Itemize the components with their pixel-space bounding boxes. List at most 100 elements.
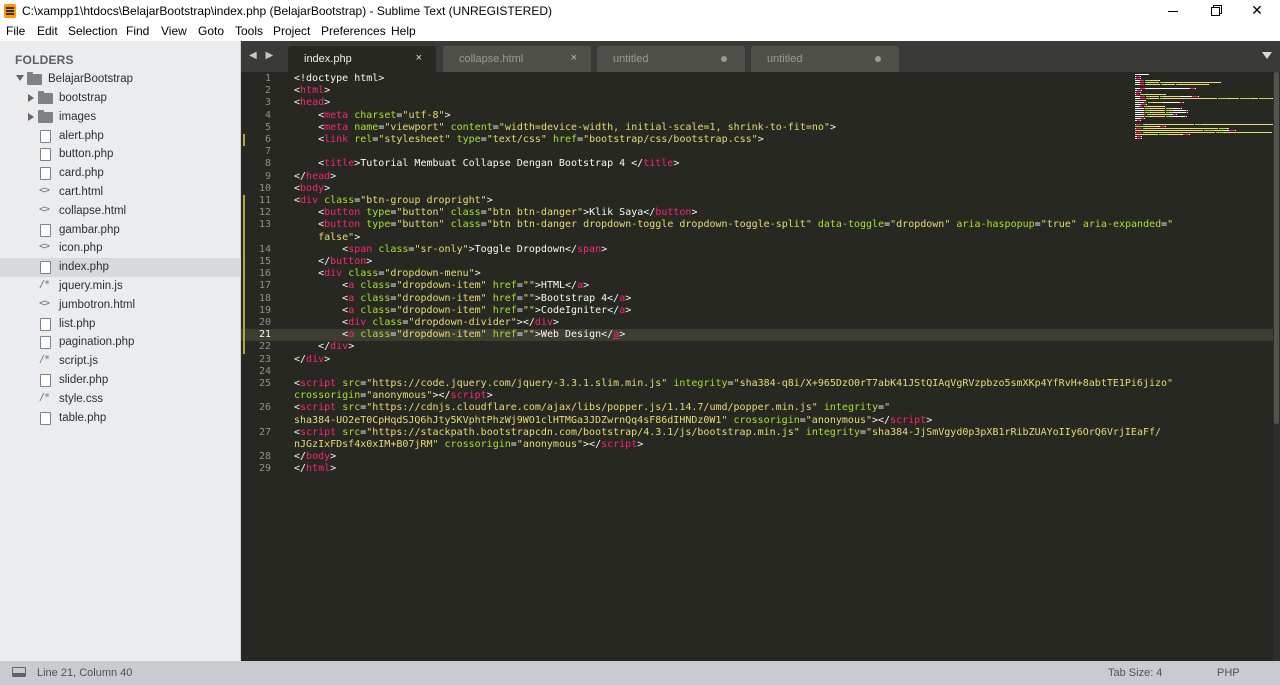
- code-line[interactable]: nJGzIxFDsf4x0xIM+B07jRM" crossorigin="an…: [294, 439, 643, 450]
- expand-arrow-icon[interactable]: [28, 94, 34, 102]
- minimap-stroke: [1228, 128, 1230, 129]
- tree-folder[interactable]: bootstrap: [0, 89, 241, 108]
- tree-file[interactable]: /* style.css: [0, 390, 241, 409]
- menu-project[interactable]: Project: [273, 24, 310, 38]
- code-line[interactable]: false">: [294, 232, 360, 243]
- code-line[interactable]: <a class="dropdown-item" href="">CodeIgn…: [294, 305, 631, 316]
- code-line[interactable]: <div class="btn-group dropright">: [294, 195, 493, 206]
- tag-token: head: [300, 97, 325, 109]
- line-number: 7: [264, 146, 271, 158]
- minimize-button[interactable]: [1150, 0, 1196, 22]
- tree-file[interactable]: <> collapse.html: [0, 202, 241, 221]
- string-token: "stylesheet": [378, 134, 451, 145]
- tree-file[interactable]: <> jumbotron.html: [0, 296, 241, 315]
- tab-index-php[interactable]: index.php ×: [288, 46, 436, 72]
- code-line[interactable]: <span class="sr-only">Toggle Dropdown</s…: [294, 244, 607, 255]
- code-line[interactable]: <script src="https://code.jquery.com/jqu…: [294, 378, 1173, 389]
- tree-file[interactable]: index.php: [0, 258, 241, 278]
- minimap-stroke: [1219, 82, 1221, 83]
- expand-arrow-icon[interactable]: [16, 75, 24, 81]
- code-line[interactable]: <a class="dropdown-item" href="">Bootstr…: [294, 293, 631, 304]
- tab-nav-arrows-icon[interactable]: ◀ ▶: [249, 50, 276, 61]
- tree-file[interactable]: /* jquery.min.js: [0, 277, 241, 296]
- tab-untitled[interactable]: untitled: [751, 46, 899, 72]
- minimap-stroke: [1194, 88, 1196, 89]
- tree-file[interactable]: /* script.js: [0, 352, 241, 371]
- menu-goto[interactable]: Goto: [198, 24, 224, 38]
- code-line[interactable]: <body>: [294, 183, 330, 194]
- tree-item-label: index.php: [59, 261, 109, 274]
- tree-file[interactable]: gambar.php: [0, 221, 241, 240]
- string-token: "anonymous": [516, 439, 584, 450]
- tree-root-folder[interactable]: BelajarBootstrap: [0, 70, 241, 89]
- tab-close-icon[interactable]: ×: [571, 52, 577, 64]
- code-line[interactable]: <div class="dropdown-divider"></div>: [294, 317, 559, 328]
- code-line[interactable]: <!doctype html>: [294, 73, 384, 84]
- code-line[interactable]: <a class="dropdown-item" href="">HTML</a…: [294, 280, 589, 291]
- tree-file[interactable]: card.php: [0, 164, 241, 183]
- menu-selection[interactable]: Selection: [68, 24, 117, 38]
- tree-file[interactable]: alert.php: [0, 127, 241, 146]
- menu-preferences[interactable]: Preferences: [321, 24, 386, 38]
- tree-folder[interactable]: images: [0, 108, 241, 127]
- attribute-token: crossorigin: [294, 390, 361, 402]
- menu-view[interactable]: View: [161, 24, 187, 38]
- code-line[interactable]: </body>: [294, 451, 336, 462]
- tab-size-selector[interactable]: Tab Size: 4: [1108, 667, 1162, 679]
- tab-close-icon[interactable]: ×: [416, 52, 422, 64]
- tab-untitled[interactable]: untitled: [597, 46, 745, 72]
- code-line[interactable]: </div>: [294, 354, 330, 365]
- line-number: 14: [258, 243, 271, 255]
- text-token: >: [757, 134, 764, 145]
- minimap[interactable]: [1135, 72, 1274, 142]
- unsaved-dot-icon[interactable]: [875, 56, 881, 62]
- maximize-button[interactable]: [1192, 0, 1238, 22]
- line-number: 17: [258, 280, 271, 292]
- code-line[interactable]: <button type="button" class="btn btn-dan…: [294, 219, 1173, 230]
- minimap-stroke: [1144, 80, 1152, 81]
- line-number: 27: [258, 426, 271, 438]
- panel-toggle-icon[interactable]: [12, 667, 26, 677]
- code-line[interactable]: <script src="https://stackpath.bootstrap…: [294, 427, 1161, 438]
- expand-arrow-icon[interactable]: [28, 112, 34, 121]
- code-line[interactable]: <a class="dropdown-item" href="">Web Des…: [294, 329, 625, 340]
- minimap-stroke: [1173, 112, 1187, 113]
- code-line[interactable]: <meta charset="utf-8">: [294, 110, 451, 121]
- code-line[interactable]: </button>: [294, 256, 372, 267]
- menu-help[interactable]: Help: [391, 24, 416, 38]
- scrollbar-thumb[interactable]: [1274, 72, 1279, 424]
- minimap-stroke: [1186, 116, 1188, 117]
- code-line[interactable]: <title>Tutorial Membuat Collapse Dengan …: [294, 158, 679, 169]
- tab-list-dropdown-icon[interactable]: [1262, 52, 1272, 59]
- close-button[interactable]: ✕: [1234, 0, 1280, 22]
- code-line[interactable]: <html>: [294, 85, 330, 96]
- code-editor[interactable]: 1 2 3 4 5 6 7 8 9 10 11 12 13 14 15 16 17 18 19 20 21 22 23 24 2…: [241, 72, 1280, 661]
- tree-file[interactable]: pagination.php: [0, 333, 241, 352]
- code-line[interactable]: <head>: [294, 97, 330, 108]
- syntax-selector[interactable]: PHP: [1217, 667, 1240, 679]
- menu-find[interactable]: Find: [126, 24, 149, 38]
- code-line[interactable]: <div class="dropdown-menu">: [294, 268, 481, 279]
- tree-file[interactable]: <> cart.html: [0, 183, 241, 202]
- code-line[interactable]: crossorigin="anonymous"></script>: [294, 390, 493, 401]
- menu-tools[interactable]: Tools: [235, 24, 263, 38]
- code-line[interactable]: sha384-UO2eT0CpHqdSJQ6hJty5KVphtPhzWj9WO…: [294, 415, 932, 426]
- tree-file[interactable]: table.php: [0, 409, 241, 428]
- tree-file[interactable]: slider.php: [0, 371, 241, 390]
- code-line[interactable]: <button type="button" class="btn btn-dan…: [294, 207, 697, 218]
- code-line[interactable]: <link rel="stylesheet" type="text/css" h…: [294, 134, 764, 145]
- menu-file[interactable]: File: [6, 24, 25, 38]
- code-line[interactable]: <meta name="viewport" content="width=dev…: [294, 122, 836, 133]
- line-number: 22: [258, 341, 271, 353]
- vertical-scrollbar[interactable]: [1273, 72, 1280, 661]
- tree-file[interactable]: list.php: [0, 315, 241, 334]
- tab-collapse-html[interactable]: collapse.html ×: [443, 46, 591, 72]
- unsaved-dot-icon[interactable]: [721, 56, 727, 62]
- code-line[interactable]: <script src="https://cdnjs.cloudflare.co…: [294, 402, 890, 413]
- code-line[interactable]: </html>: [294, 463, 336, 474]
- menu-edit[interactable]: Edit: [37, 24, 58, 38]
- code-line[interactable]: </head>: [294, 171, 336, 182]
- code-line[interactable]: </div>: [294, 341, 354, 352]
- tree-file[interactable]: <> icon.php: [0, 239, 241, 258]
- tree-file[interactable]: button.php: [0, 145, 241, 164]
